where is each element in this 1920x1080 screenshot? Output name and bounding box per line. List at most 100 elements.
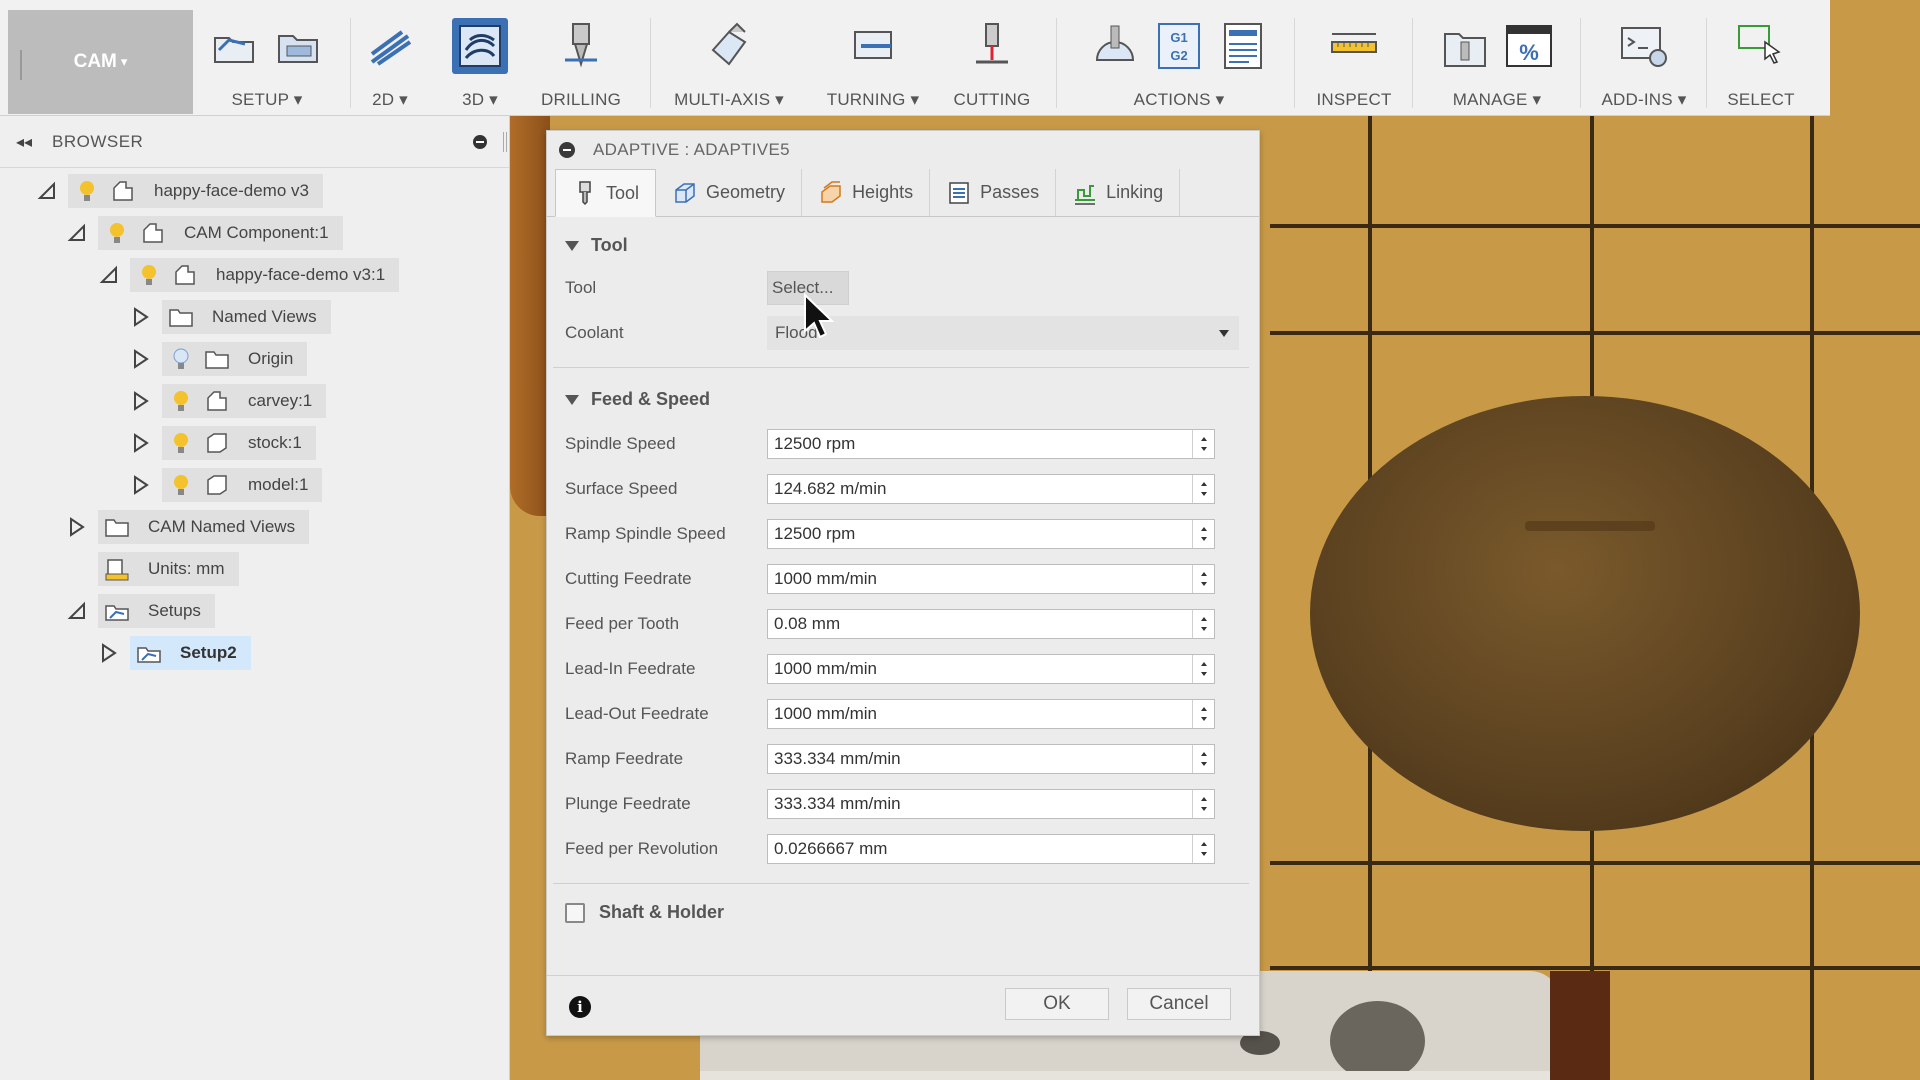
tree-row-setup2[interactable]: Setup2 bbox=[98, 636, 251, 670]
cutting-feedrate-input[interactable] bbox=[767, 564, 1215, 594]
tree-node[interactable]: happy-face-demo v3 bbox=[68, 174, 323, 208]
spinner-icon[interactable] bbox=[1192, 700, 1214, 728]
expanded-triangle-icon[interactable] bbox=[36, 180, 58, 202]
field-value[interactable] bbox=[768, 434, 1188, 454]
3d-group[interactable]: 3D ▾ bbox=[440, 0, 520, 116]
collapsed-triangle-icon[interactable] bbox=[130, 348, 152, 370]
tab-heights[interactable]: Heights bbox=[802, 169, 931, 216]
select-group[interactable]: SELECT bbox=[1720, 0, 1802, 116]
2d-pocket-icon[interactable] bbox=[362, 18, 418, 74]
setup-sheet-icon[interactable] bbox=[1215, 18, 1271, 74]
field-value[interactable] bbox=[768, 479, 1188, 499]
drilling-group[interactable]: DRILLING bbox=[540, 0, 622, 116]
collapsed-triangle-icon[interactable] bbox=[66, 516, 88, 538]
feed-speed-section-header[interactable]: Feed & Speed bbox=[565, 389, 710, 410]
tree-row-origin[interactable]: Origin bbox=[130, 342, 308, 376]
dialog-title-bar[interactable]: ADAPTIVE : ADAPTIVE5 bbox=[547, 131, 1259, 169]
lead-out-feedrate-input[interactable] bbox=[767, 699, 1215, 729]
surface-speed-input[interactable] bbox=[767, 474, 1215, 504]
cancel-button[interactable]: Cancel bbox=[1127, 988, 1231, 1020]
tab-passes[interactable]: Passes bbox=[930, 169, 1057, 216]
expanded-triangle-icon[interactable] bbox=[66, 600, 88, 622]
tree-row-setups[interactable]: Setups bbox=[66, 594, 215, 628]
tab-tool[interactable]: Tool bbox=[555, 169, 657, 217]
collapsed-triangle-icon[interactable] bbox=[130, 390, 152, 412]
visibility-bulb-off-icon[interactable] bbox=[168, 346, 194, 372]
visibility-bulb-icon[interactable] bbox=[74, 178, 100, 204]
multi-axis-icon[interactable] bbox=[701, 18, 757, 74]
field-value[interactable] bbox=[768, 704, 1188, 724]
template-library-icon[interactable]: % bbox=[1501, 18, 1557, 74]
setup-group[interactable]: SETUP ▾ bbox=[200, 0, 334, 116]
info-icon[interactable]: i bbox=[569, 996, 591, 1018]
manage-group[interactable]: % MANAGE ▾ bbox=[1430, 0, 1564, 116]
collapsed-triangle-icon[interactable] bbox=[130, 306, 152, 328]
tree-row-units[interactable]: Units: mm bbox=[98, 552, 239, 586]
workspace-switcher[interactable]: CAM ▾ bbox=[8, 10, 193, 114]
tree-node[interactable]: CAM Named Views bbox=[98, 510, 310, 544]
feed-per-tooth-input[interactable] bbox=[767, 609, 1215, 639]
field-value[interactable] bbox=[768, 614, 1188, 634]
tree-node[interactable]: stock:1 bbox=[162, 426, 316, 460]
shaft-holder-section[interactable]: Shaft & Holder bbox=[565, 902, 724, 923]
tree-node-selected[interactable]: Setup2 bbox=[130, 636, 251, 670]
collapse-browser-icon[interactable]: ◂◂ bbox=[16, 132, 36, 152]
tree-node[interactable]: Units: mm bbox=[98, 552, 239, 586]
feed-per-revolution-input[interactable] bbox=[767, 834, 1215, 864]
field-value[interactable] bbox=[768, 794, 1188, 814]
tree-node[interactable]: happy-face-demo v3:1 bbox=[130, 258, 400, 292]
drill-icon[interactable] bbox=[553, 18, 609, 74]
tree-node[interactable]: model:1 bbox=[162, 468, 323, 502]
happy-face-model[interactable] bbox=[1310, 396, 1860, 831]
cutting-group[interactable]: CUTTING bbox=[950, 0, 1034, 116]
spinner-icon[interactable] bbox=[1192, 610, 1214, 638]
visibility-bulb-icon[interactable] bbox=[136, 262, 162, 288]
scripts-addins-icon[interactable] bbox=[1616, 18, 1672, 74]
browser-resize-grip[interactable] bbox=[503, 132, 507, 152]
spinner-icon[interactable] bbox=[1192, 430, 1214, 458]
turning-icon[interactable] bbox=[845, 18, 901, 74]
lead-in-feedrate-input[interactable] bbox=[767, 654, 1215, 684]
tree-row-model-instance[interactable]: happy-face-demo v3:1 bbox=[98, 258, 400, 292]
spindle-speed-input[interactable] bbox=[767, 429, 1215, 459]
3d-adaptive-icon[interactable] bbox=[452, 18, 508, 74]
tree-row-model[interactable]: model:1 bbox=[130, 468, 323, 502]
tree-row-stock[interactable]: stock:1 bbox=[130, 426, 316, 460]
expanded-triangle-icon[interactable] bbox=[66, 222, 88, 244]
shaft-holder-checkbox[interactable] bbox=[565, 902, 585, 923]
tree-row-named-views[interactable]: Named Views bbox=[130, 300, 331, 334]
tree-row-cam-component[interactable]: CAM Component:1 bbox=[66, 216, 343, 250]
collapsed-triangle-icon[interactable] bbox=[130, 474, 152, 496]
ok-button[interactable]: OK bbox=[1005, 988, 1109, 1020]
spinner-icon[interactable] bbox=[1192, 520, 1214, 548]
tree-node[interactable]: Named Views bbox=[162, 300, 331, 334]
spinner-icon[interactable] bbox=[1192, 655, 1214, 683]
spinner-icon[interactable] bbox=[1192, 745, 1214, 773]
field-value[interactable] bbox=[768, 569, 1188, 589]
tree-node[interactable]: Setups bbox=[98, 594, 215, 628]
ramp-spindle-speed-input[interactable] bbox=[767, 519, 1215, 549]
tool-library-icon[interactable] bbox=[1437, 18, 1493, 74]
tree-row-root[interactable]: happy-face-demo v3 bbox=[36, 174, 323, 208]
tab-geometry[interactable]: Geometry bbox=[656, 169, 803, 216]
spinner-icon[interactable] bbox=[1192, 835, 1214, 863]
visibility-bulb-icon[interactable] bbox=[168, 388, 194, 414]
setup-folder-icon[interactable] bbox=[271, 18, 327, 74]
field-value[interactable] bbox=[768, 749, 1188, 769]
new-setup-icon[interactable] bbox=[207, 18, 263, 74]
field-value[interactable] bbox=[768, 659, 1188, 679]
collapsed-triangle-icon[interactable] bbox=[98, 642, 120, 664]
spinner-icon[interactable] bbox=[1192, 790, 1214, 818]
visibility-bulb-icon[interactable] bbox=[168, 472, 194, 498]
tree-node[interactable]: Origin bbox=[162, 342, 308, 376]
field-value[interactable] bbox=[768, 839, 1188, 859]
minimize-browser-icon[interactable] bbox=[473, 135, 487, 149]
tab-linking[interactable]: Linking bbox=[1056, 169, 1181, 216]
post-process-icon[interactable]: G1 G2 bbox=[1151, 18, 1207, 74]
visibility-bulb-icon[interactable] bbox=[104, 220, 130, 246]
measure-icon[interactable] bbox=[1326, 18, 1382, 74]
cutting-icon[interactable] bbox=[964, 18, 1020, 74]
coolant-select[interactable]: Flood bbox=[767, 316, 1239, 350]
plunge-feedrate-input[interactable] bbox=[767, 789, 1215, 819]
2d-group[interactable]: 2D ▾ bbox=[358, 0, 422, 116]
